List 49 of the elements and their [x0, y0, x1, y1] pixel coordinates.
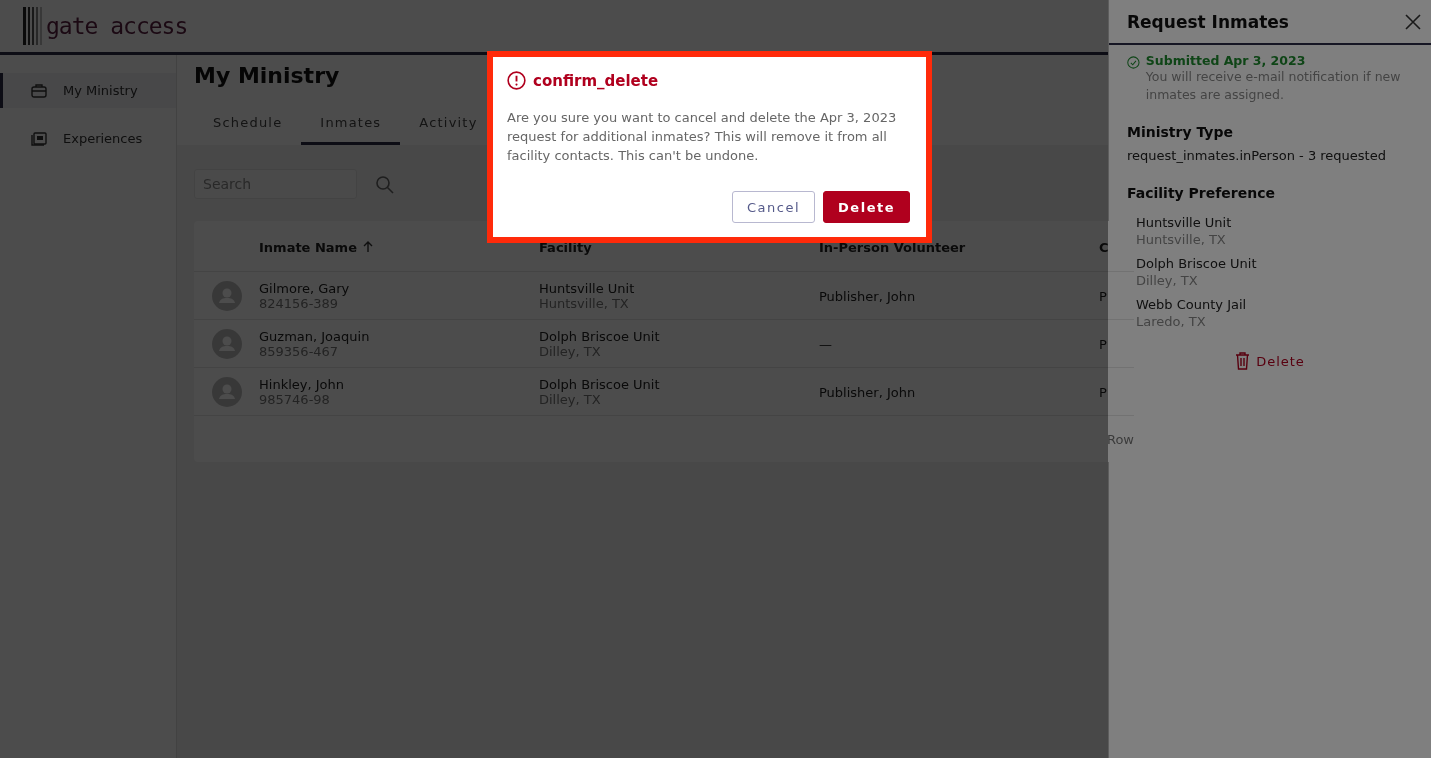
facility-name: Huntsville Unit: [539, 280, 636, 296]
sort-arrow-icon: [363, 241, 373, 253]
facility-name: Dolph Briscoe Unit: [539, 328, 661, 344]
delete-button[interactable]: Delete: [1229, 351, 1311, 371]
inmate-name: Gilmore, Gary: [259, 280, 351, 296]
tab[interactable]: Schedule: [194, 107, 302, 145]
facility-name: Dolph Briscoe Unit: [539, 376, 661, 392]
volunteer-name: —: [819, 337, 832, 352]
inmate-name: Guzman, Joaquin: [259, 328, 371, 344]
dialog-title: confirm_delete: [533, 71, 659, 90]
table-cell: P: [1099, 337, 1107, 352]
inmate-name: Hinkley, John: [259, 376, 345, 392]
sidebar-item[interactable]: My Ministry: [0, 73, 176, 108]
tab[interactable]: Inmates: [301, 107, 401, 145]
ministry-type: request_inmates.inPerson - 3 requested: [1127, 148, 1387, 163]
volunteer-name: Publisher, John: [819, 385, 916, 400]
status-text: You will receive e-mail notification if new inmates are assigned.: [1145, 68, 1402, 104]
section-heading: Ministry Type: [1127, 124, 1234, 140]
column-header[interactable]: In-Person Volunteer: [819, 239, 966, 255]
volunteer-name: Publisher, John: [819, 289, 916, 304]
logo: gate access: [46, 13, 188, 39]
delete-button[interactable]: Delete: [823, 191, 910, 223]
drawer-title: Request Inmates: [1127, 11, 1289, 32]
briefcase-icon: [31, 83, 47, 98]
column-header[interactable]: C: [1099, 239, 1109, 255]
gallery-icon: [31, 131, 47, 146]
sidebar-item[interactable]: Experiences: [0, 121, 176, 156]
dialog-message: Are you sure you want to cancel and delete the Apr 3, 2023 request for additional inmates? This will remove it from all facility contacts. This can't be undone.: [507, 109, 898, 165]
search-icon: [375, 175, 395, 195]
tab[interactable]: Activity: [400, 107, 497, 145]
facility-location: Huntsville, TX: [1136, 232, 1227, 247]
facility-location: Laredo, TX: [1136, 314, 1207, 329]
page-title: My Ministry: [194, 63, 340, 90]
cancel-button[interactable]: Cancel: [732, 191, 816, 223]
alert-icon: [507, 71, 526, 90]
facility-name: Webb County Jail: [1136, 297, 1248, 312]
table-cell: P: [1099, 385, 1107, 400]
table-cell: P: [1099, 289, 1107, 304]
facility-location: Dilley, TX: [1136, 273, 1199, 288]
rows-per-page-label: Row: [1106, 431, 1134, 447]
facility-name: Dolph Briscoe Unit: [1136, 256, 1258, 271]
logo-icon: [22, 7, 44, 45]
check-circle-icon: [1127, 53, 1140, 72]
section-heading: Facility Preference: [1127, 185, 1276, 201]
trash-icon: [1235, 352, 1251, 370]
status-title: Submitted Apr 3, 2023: [1145, 53, 1307, 68]
facility-name: Huntsville Unit: [1136, 215, 1233, 230]
column-header[interactable]: Facility: [539, 239, 592, 255]
column-header[interactable]: Inmate Name: [259, 239, 373, 255]
